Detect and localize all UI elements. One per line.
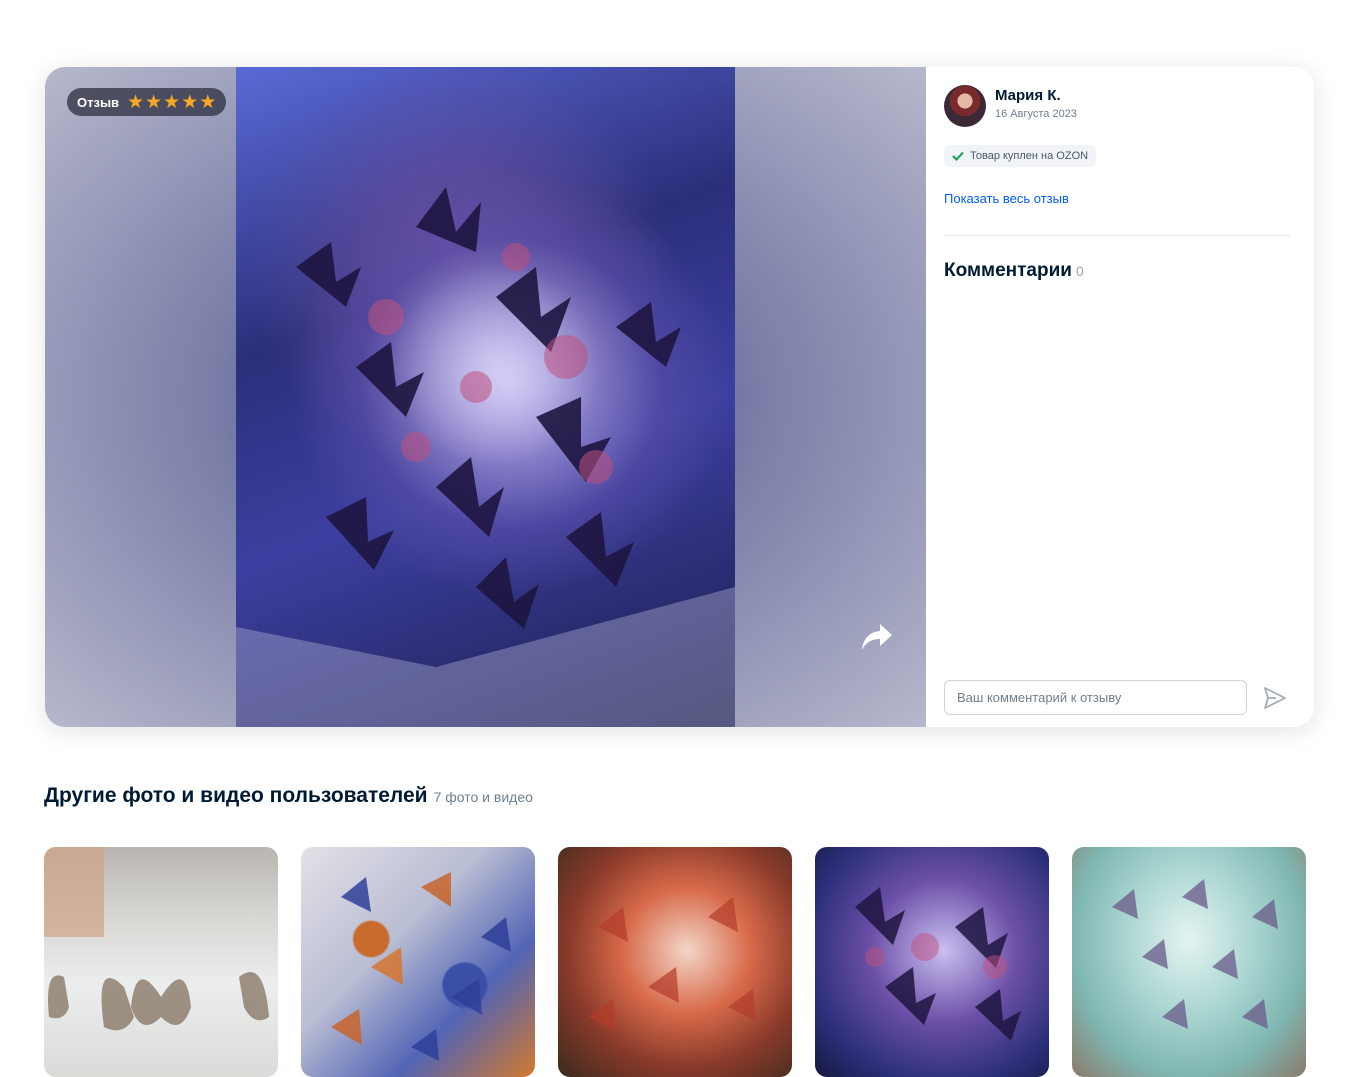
divider	[944, 235, 1290, 236]
comments-heading: Комментарии 0	[944, 260, 1084, 282]
thumbnail-image	[1112, 879, 1278, 1029]
share-button[interactable]	[857, 619, 897, 655]
user-name[interactable]: Мария К.	[995, 87, 1061, 104]
badge-label: Отзыв	[77, 94, 120, 110]
star-icon: ★	[145, 90, 163, 113]
send-icon	[1264, 687, 1286, 709]
thumbnail-image	[588, 897, 756, 1031]
gallery-heading: Другие фото и видео пользователей 7 фото …	[44, 784, 533, 808]
thumbnail-image	[44, 847, 269, 1031]
gallery-title: Другие фото и видео пользователей	[44, 784, 428, 807]
comments-title: Комментарии	[944, 260, 1072, 281]
comments-count: 0	[1075, 263, 1084, 279]
avatar[interactable]	[944, 85, 986, 127]
purchase-badge-label: Товар куплен на OZON	[970, 150, 1089, 162]
review-date: 16 Августа 2023	[995, 108, 1077, 120]
gallery-thumbnail[interactable]	[44, 847, 278, 1077]
gallery-thumbnail[interactable]	[815, 847, 1049, 1077]
gallery-thumbnails	[44, 847, 1306, 1077]
send-comment-button[interactable]	[1259, 682, 1291, 714]
butterfly-bouquet-image	[236, 187, 735, 727]
star-icon: ★	[127, 90, 145, 113]
review-rating-badge: Отзыв ★ ★ ★ ★ ★	[67, 88, 227, 116]
review-card: Отзыв ★ ★ ★ ★ ★ Мария К. 16 Августа 2023…	[45, 67, 1314, 727]
star-icon: ★	[181, 90, 199, 113]
star-icon: ★	[163, 90, 181, 113]
gallery-thumbnail[interactable]	[558, 847, 792, 1077]
gallery-thumbnail[interactable]	[1072, 847, 1306, 1077]
check-icon	[952, 151, 964, 161]
review-photo[interactable]	[236, 67, 735, 727]
star-icon: ★	[199, 90, 217, 113]
gallery-count: 7 фото и видео	[433, 789, 533, 805]
review-media-viewer: Отзыв ★ ★ ★ ★ ★	[45, 67, 926, 727]
review-sidebar: Мария К. 16 Августа 2023 Товар куплен на…	[926, 67, 1314, 727]
thumbnail-image	[855, 887, 1021, 1041]
purchase-badge: Товар куплен на OZON	[944, 145, 1097, 167]
share-icon	[862, 624, 892, 650]
comment-input[interactable]	[944, 680, 1247, 715]
thumbnail-image	[331, 872, 511, 1061]
gallery-thumbnail[interactable]	[301, 847, 535, 1077]
show-full-review-link[interactable]: Показать весь отзыв	[944, 191, 1069, 206]
rating-stars: ★ ★ ★ ★ ★	[127, 90, 217, 113]
